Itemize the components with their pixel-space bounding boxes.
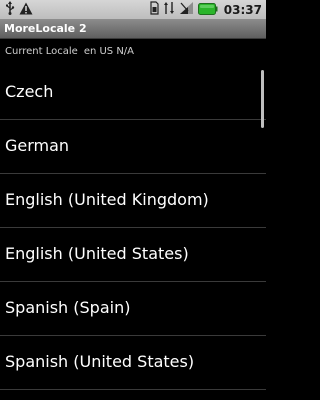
current-locale: Current Locale en US N/A xyxy=(5,46,134,60)
warning-icon xyxy=(19,0,33,19)
locale-list: Czech German English (United Kingdom) En… xyxy=(0,66,266,390)
locale-item-spanish-us[interactable]: Spanish (United States) xyxy=(0,336,266,390)
battery-icon xyxy=(197,0,218,19)
locale-item-label: German xyxy=(5,136,70,155)
locale-item-english-uk[interactable]: English (United Kingdom) xyxy=(0,174,266,228)
locale-item-label: Spanish (United States) xyxy=(5,352,195,371)
locale-item-spanish-spain[interactable]: Spanish (Spain) xyxy=(0,282,266,336)
locale-item-czech[interactable]: Czech xyxy=(0,66,266,120)
current-locale-label: Current Locale xyxy=(5,46,78,57)
locale-item-german[interactable]: German xyxy=(0,120,266,174)
current-locale-value: en US N/A xyxy=(83,46,135,57)
status-bar: 03:37 xyxy=(0,0,266,20)
title-bar: MoreLocale 2 xyxy=(0,20,266,39)
screen: 03:37 MoreLocale 2 Current Locale en US N… xyxy=(0,0,266,400)
signal-icon xyxy=(179,0,194,19)
locale-item-label: English (United States) xyxy=(5,244,189,263)
locale-item-label: Spanish (Spain) xyxy=(5,298,131,317)
locale-item-label: Czech xyxy=(5,82,54,101)
clock: 03:37 xyxy=(223,2,262,17)
app-title: MoreLocale 2 xyxy=(4,22,87,35)
sim-icon xyxy=(150,0,159,19)
status-left-icons xyxy=(5,0,37,19)
network-icon xyxy=(163,0,175,19)
locale-item-english-us[interactable]: English (United States) xyxy=(0,228,266,282)
locale-item-label: English (United Kingdom) xyxy=(5,190,209,209)
status-right-icons: 03:37 xyxy=(150,1,262,18)
list-scrollbar[interactable] xyxy=(261,70,264,128)
usb-icon xyxy=(5,0,15,19)
